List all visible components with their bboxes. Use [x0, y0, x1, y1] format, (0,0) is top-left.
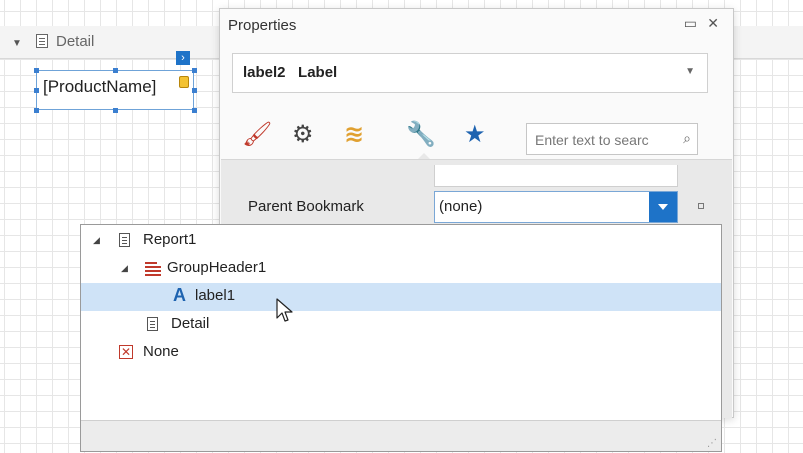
wrench-icon[interactable]: 🔧 [406, 121, 436, 149]
tree-item-label: None [143, 343, 179, 360]
chevron-down-icon[interactable]: ▼ [685, 66, 695, 77]
tree-item-label: Detail [171, 315, 210, 332]
mouse-cursor-icon [276, 298, 293, 322]
parent-bookmark-editor[interactable]: (none) [434, 191, 678, 223]
band-icon [36, 34, 48, 48]
resize-grip-icon[interactable]: ⋰ [707, 438, 717, 449]
search-icon: ⌕ [683, 130, 691, 146]
property-search[interactable]: ⌕ [526, 123, 698, 155]
label-text: [ProductName] [43, 77, 157, 96]
resize-handle[interactable] [34, 68, 39, 73]
tree-item-label: Report1 [143, 231, 197, 248]
tree-item-report1[interactable]: ◢ Report1 [81, 227, 721, 255]
resize-handle[interactable] [113, 68, 118, 73]
band-label: Detail [56, 33, 95, 50]
search-input[interactable] [533, 130, 677, 150]
collapse-arrow-icon[interactable]: ▼ [12, 38, 22, 49]
resize-handle[interactable] [192, 108, 197, 113]
expand-arrow-icon[interactable]: ◢ [93, 235, 100, 246]
expand-arrow-icon[interactable]: ◢ [121, 263, 128, 274]
resize-handle[interactable] [192, 68, 197, 73]
close-icon[interactable]: ✕ [707, 15, 719, 32]
tree-item-groupheader1[interactable]: ◢ GroupHeader1 [81, 255, 721, 283]
component-selector[interactable]: label2 Label ▼ [232, 53, 708, 93]
database-icon[interactable]: ≋ [344, 121, 364, 149]
product-name-label[interactable]: [ProductName] [36, 70, 194, 110]
tree-item-label1[interactable]: A label1 [81, 283, 721, 311]
restore-icon[interactable]: ▭ [684, 15, 697, 32]
resize-handle[interactable] [34, 108, 39, 113]
report-icon [119, 233, 130, 247]
expression-icon [179, 76, 189, 88]
tree-item-label: label1 [195, 287, 236, 304]
selected-component: label2 Label [243, 64, 338, 81]
gear-icon[interactable]: ⚙ [292, 121, 314, 149]
property-label: Parent Bookmark [248, 198, 364, 215]
property-editor[interactable] [434, 165, 678, 187]
tree-item-detail[interactable]: Detail [81, 311, 721, 339]
tree-item-none[interactable]: ✕ None [81, 339, 721, 367]
group-header-icon [145, 261, 161, 276]
star-icon[interactable]: ★ [464, 121, 486, 149]
property-value: (none) [439, 198, 483, 215]
resize-handle[interactable] [192, 88, 197, 93]
popup-footer: ⋰ [81, 420, 721, 451]
panel-title: Properties [228, 17, 297, 34]
resize-handle[interactable] [34, 88, 39, 93]
none-icon: ✕ [119, 345, 133, 359]
dropdown-button[interactable] [649, 192, 677, 222]
property-marker-icon[interactable] [698, 203, 704, 209]
bookmark-tree-popup: ◢ Report1 ◢ GroupHeader1 A label1 Detail… [80, 224, 722, 452]
resize-handle[interactable] [113, 108, 118, 113]
smart-tag-button[interactable]: › [176, 51, 190, 65]
tree-item-label: GroupHeader1 [167, 259, 267, 276]
brush-icon[interactable]: 🖌 [242, 121, 272, 149]
label-icon: A [173, 285, 186, 305]
detail-band-icon [147, 317, 158, 331]
